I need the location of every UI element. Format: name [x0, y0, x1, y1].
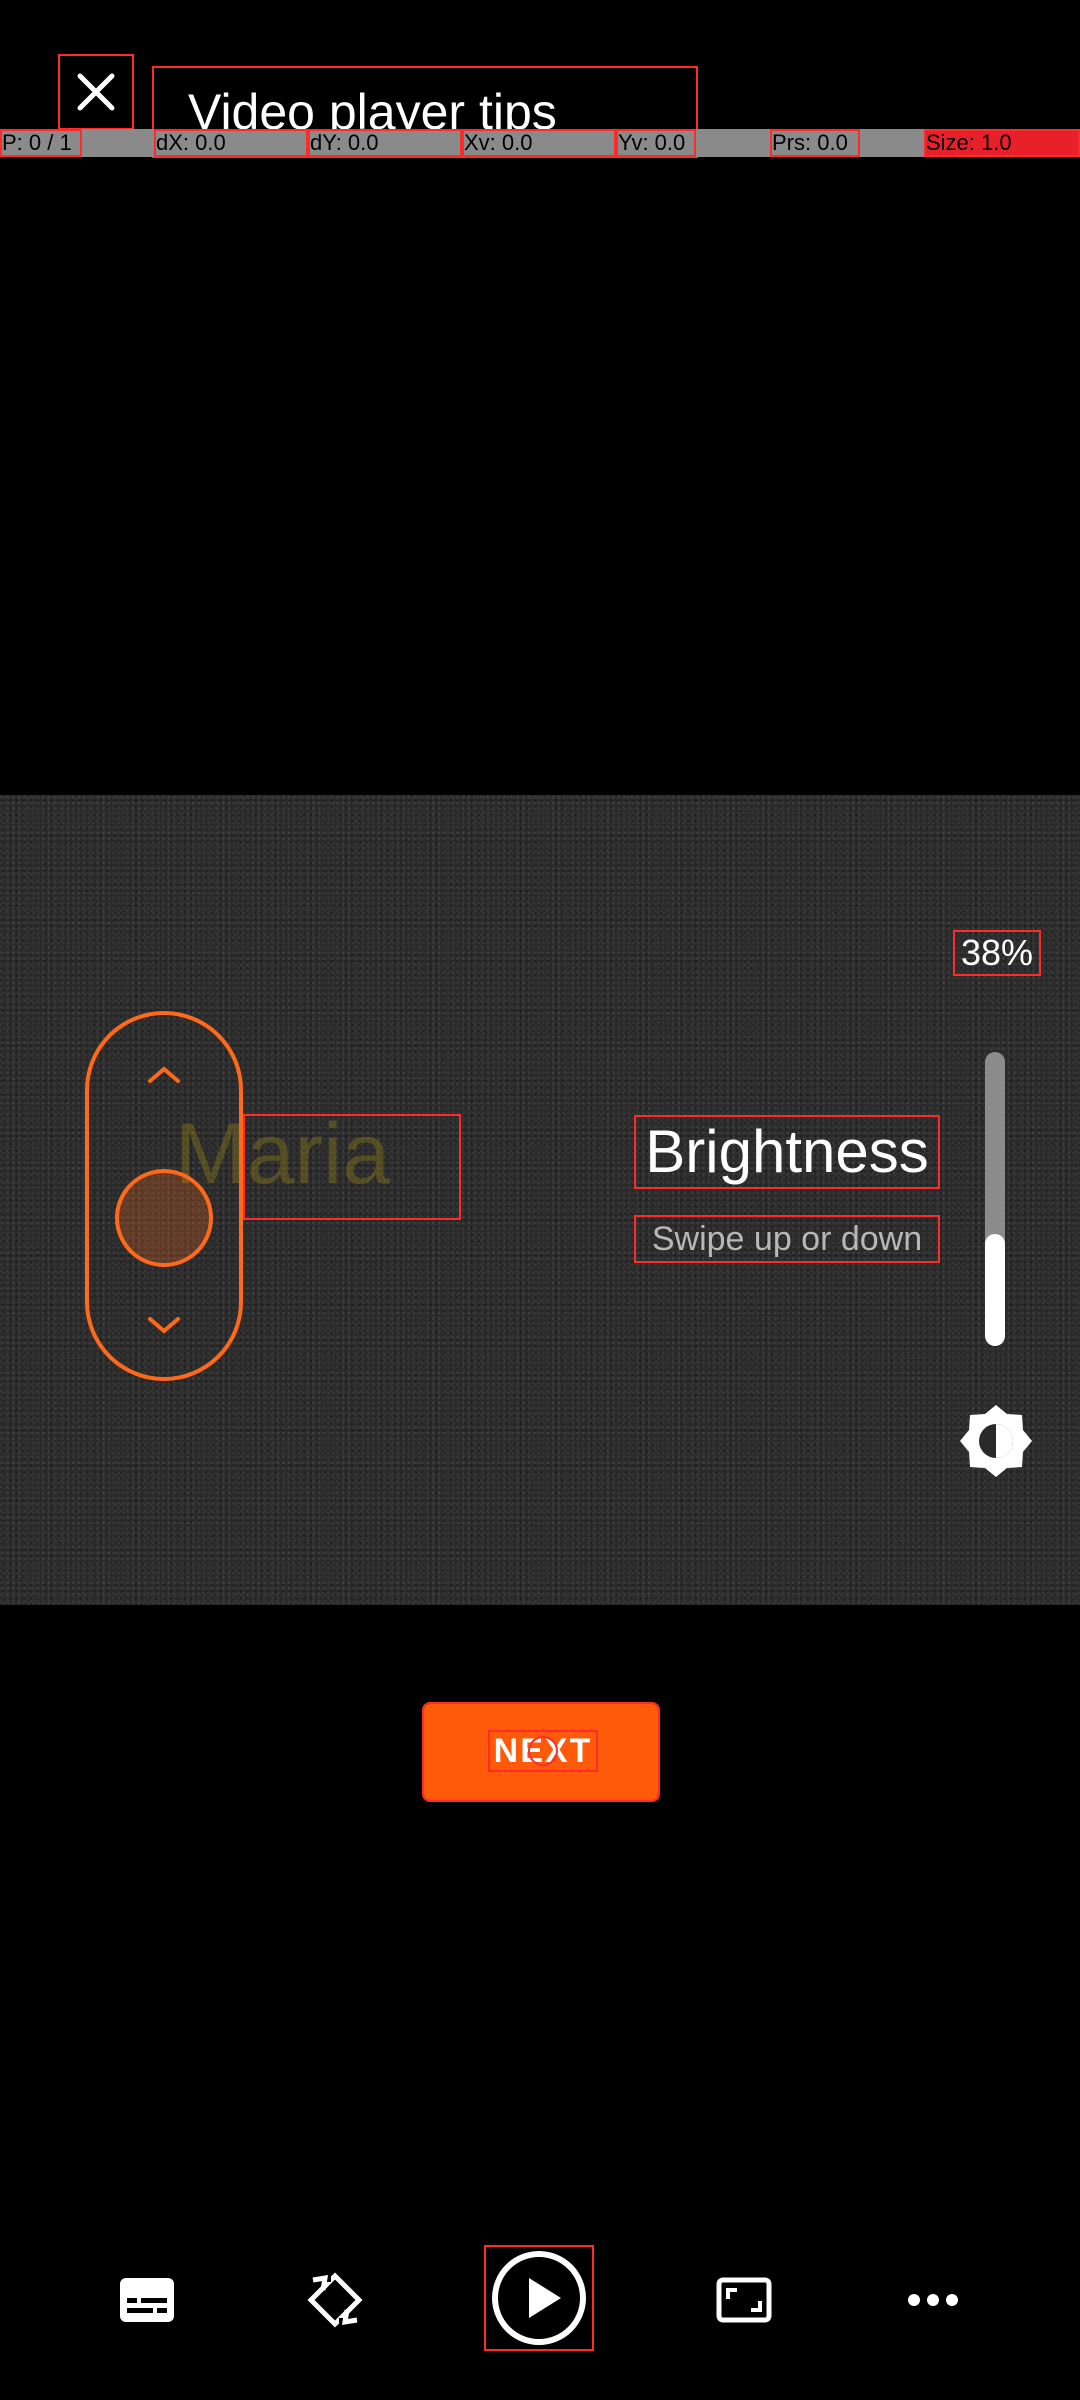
- debug-pointer-count: P: 0 / 1: [0, 129, 82, 157]
- close-button[interactable]: [58, 54, 134, 130]
- pointer-location-bar: P: 0 / 1 dX: 0.0 dY: 0.0 Xv: 0.0 Yv: 0.0…: [0, 129, 1080, 157]
- play-icon: [492, 2251, 586, 2345]
- play-button[interactable]: [484, 2245, 594, 2351]
- debug-yv: Yv: 0.0: [616, 129, 696, 157]
- video-player-tips-screen: Video player tips P: 0 / 1 dX: 0.0 dY: 0…: [0, 0, 1080, 2400]
- player-controls: [0, 2245, 1080, 2351]
- tip-subtitle: Swipe up or down: [634, 1215, 940, 1263]
- debug-spacer: [82, 129, 154, 157]
- finger-indicator: [115, 1169, 213, 1267]
- close-icon: [77, 73, 115, 111]
- aspect-ratio-button[interactable]: [694, 2250, 794, 2350]
- chevron-down-icon: [148, 1317, 180, 1334]
- debug-pressure: Prs: 0.0: [770, 129, 860, 157]
- debug-xv: Xv: 0.0: [462, 129, 616, 157]
- debug-dx: dX: 0.0: [154, 129, 308, 157]
- debug-spacer: [860, 129, 924, 157]
- more-options-button[interactable]: [883, 2250, 983, 2350]
- swipe-gesture-hint: [85, 1011, 243, 1381]
- subtitles-button[interactable]: [97, 2250, 197, 2350]
- tip-panel[interactable]: Maria Brightness Swipe up or down 38%: [0, 795, 1080, 1605]
- brightness-level-fill: [985, 1234, 1005, 1346]
- debug-spacer: [696, 129, 770, 157]
- touch-point-indicator: [528, 1736, 558, 1766]
- aspect-ratio-icon: [716, 2277, 772, 2323]
- brightness-icon: [960, 1405, 1032, 1477]
- tip-title: Brightness: [634, 1115, 940, 1189]
- next-button[interactable]: NEXT: [422, 1702, 660, 1802]
- chevron-up-icon: [148, 1066, 180, 1083]
- brightness-level-bar[interactable]: [985, 1052, 1005, 1346]
- rotate-icon: [307, 2272, 363, 2328]
- more-icon: [908, 2294, 958, 2306]
- subtitles-icon: [120, 2278, 174, 2322]
- brightness-percent: 38%: [953, 930, 1041, 976]
- watermark-bounds: [243, 1114, 461, 1220]
- rotate-button[interactable]: [285, 2250, 385, 2350]
- debug-dy: dY: 0.0: [308, 129, 462, 157]
- debug-size: Size: 1.0: [924, 129, 1080, 157]
